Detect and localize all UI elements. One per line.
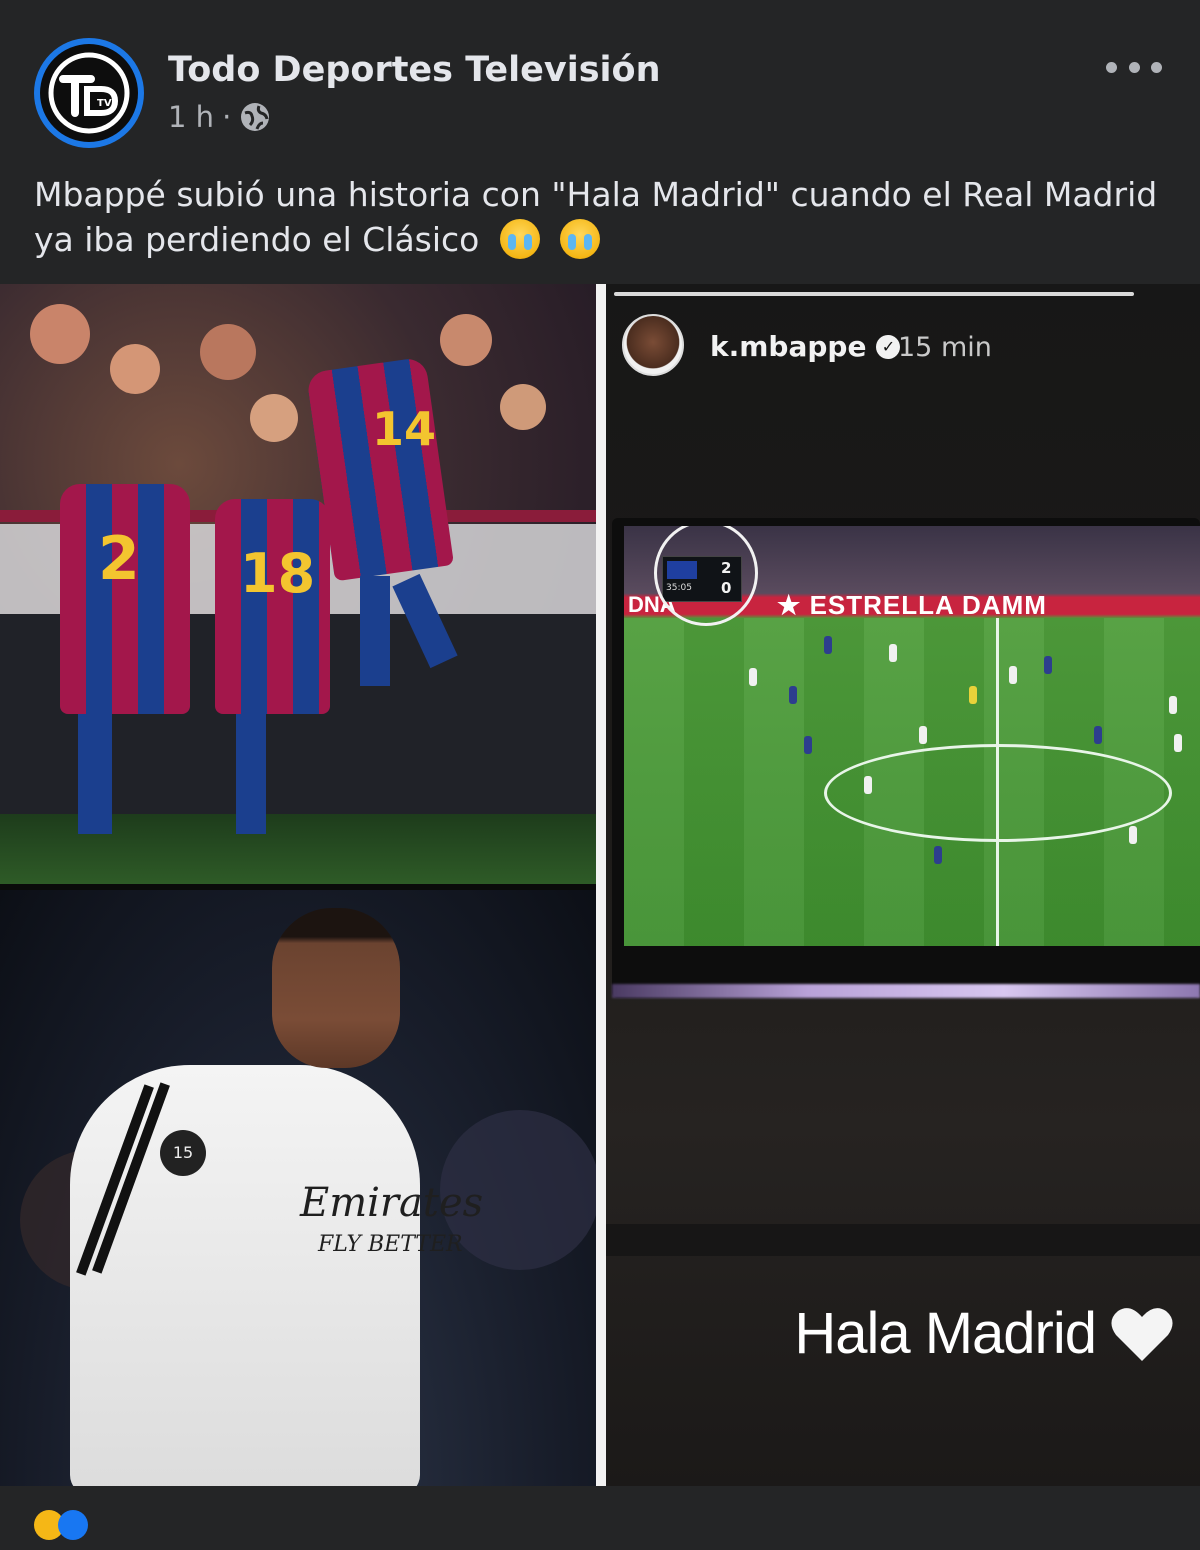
- post-footer: [34, 1510, 1174, 1550]
- svg-text:TV: TV: [97, 98, 112, 109]
- player-18: [215, 499, 330, 714]
- player-head: [272, 908, 400, 1068]
- shirt-sponsor: Emirates: [300, 1180, 484, 1226]
- heart-icon: [1111, 1307, 1173, 1361]
- crying-emoji-icon: [499, 219, 540, 259]
- photo-mbappe[interactable]: Emirates FLY BETTER 15: [0, 890, 596, 1486]
- story-caption: Hala Madrid: [794, 1300, 1174, 1367]
- story-caption-text: Hala Madrid: [794, 1301, 1097, 1366]
- like-reaction-icon: [58, 1510, 88, 1540]
- page-name[interactable]: Todo Deportes Televisión: [168, 50, 661, 90]
- jersey-number: 14: [372, 402, 437, 456]
- champions-badge: 15: [160, 1130, 206, 1176]
- real-madrid-shirt: [70, 1065, 420, 1486]
- meta-separator: ·: [222, 100, 232, 134]
- more-options-icon[interactable]: [1106, 52, 1162, 82]
- jersey-number: 2: [98, 524, 140, 594]
- page-avatar-logo: TV: [40, 44, 138, 142]
- story-avatar: [622, 314, 684, 376]
- reaction-icons[interactable]: [34, 1510, 88, 1550]
- shirt-sponsor-sub: FLY BETTER: [318, 1232, 463, 1257]
- story-time: 15 min: [898, 332, 992, 363]
- crying-emoji-icon: [560, 219, 601, 259]
- story-progress-bar: [614, 292, 1134, 296]
- verified-icon: ✓: [876, 334, 901, 359]
- media-divider: [596, 284, 606, 1486]
- tv-screen-match: ★ ESTRELLA DAMM DNA 2 0 35:05: [624, 526, 1200, 946]
- post-caption: Mbappé subió una historia con "Hala Madr…: [34, 172, 1164, 262]
- tv-frame: ★ ESTRELLA DAMM DNA 2 0 35:05: [612, 518, 1200, 998]
- center-circle: [824, 744, 1172, 842]
- post-media-grid[interactable]: 14 2 18 Emirates FLY BETTER 15 k.mbappe …: [0, 284, 1200, 1486]
- page-avatar[interactable]: TV: [34, 38, 144, 148]
- player-2: [60, 484, 190, 714]
- photo-barcelona-celebration[interactable]: 14 2 18: [0, 284, 596, 884]
- post-meta: 1 h ·: [168, 100, 271, 134]
- tv-backlight: [612, 984, 1200, 998]
- post-time[interactable]: 1 h: [168, 100, 214, 134]
- story-username-text: k.mbappe: [710, 330, 867, 363]
- globe-icon: [241, 103, 270, 131]
- instagram-story[interactable]: k.mbappe ✓ 15 min ★ ESTRELLA DAMM DNA 2 …: [606, 284, 1200, 1486]
- story-username: k.mbappe ✓: [710, 330, 901, 363]
- jersey-number: 18: [240, 542, 316, 605]
- td-logo-icon: TV: [48, 52, 130, 134]
